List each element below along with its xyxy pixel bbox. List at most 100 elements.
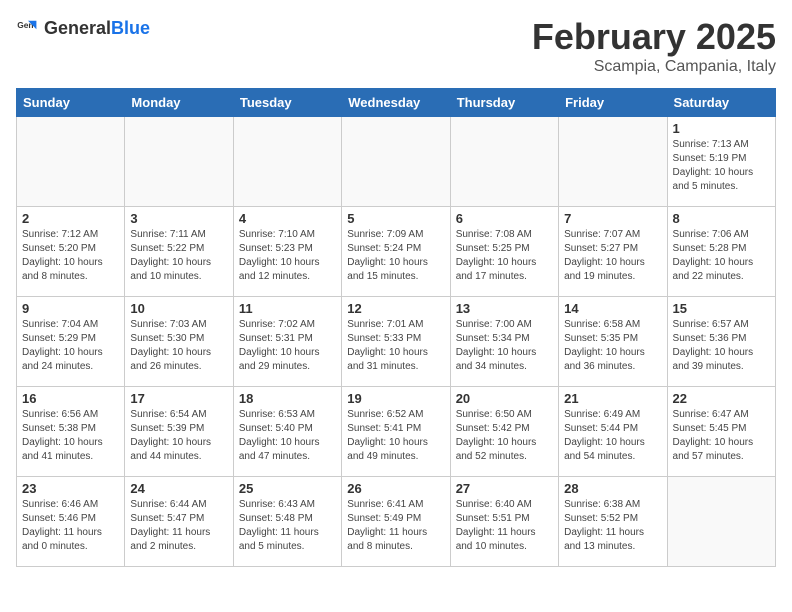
calendar-header-thursday: Thursday	[450, 89, 558, 117]
day-info: Sunrise: 6:49 AM Sunset: 5:44 PM Dayligh…	[564, 408, 661, 464]
day-info: Sunrise: 6:47 AM Sunset: 5:45 PM Dayligh…	[673, 408, 770, 464]
day-number: 3	[130, 211, 227, 226]
calendar-cell: 8 Sunrise: 7:06 AM Sunset: 5:28 PM Daylig…	[667, 207, 775, 297]
day-number: 27	[456, 481, 553, 496]
calendar-cell: 25 Sunrise: 6:43 AM Sunset: 5:48 PM Dayli…	[233, 477, 341, 567]
calendar-cell: 7Sunrise: 7:07 AM Sunset: 5:27 PM Daylig…	[559, 207, 667, 297]
calendar-cell	[667, 477, 775, 567]
day-info: Sunrise: 7:11 AM Sunset: 5:22 PM Dayligh…	[130, 228, 227, 284]
calendar-cell: 11Sunrise: 7:02 AM Sunset: 5:31 PM Dayli…	[233, 297, 341, 387]
calendar-cell: 14 Sunrise: 6:58 AM Sunset: 5:35 PM Dayli…	[559, 297, 667, 387]
day-info: Sunrise: 7:09 AM Sunset: 5:24 PM Dayligh…	[347, 228, 444, 284]
day-number: 17	[130, 391, 227, 406]
day-number: 2	[22, 211, 119, 226]
calendar-cell	[559, 117, 667, 207]
calendar-cell: 3 Sunrise: 7:11 AM Sunset: 5:22 PM Daylig…	[125, 207, 233, 297]
calendar-cell: 28 Sunrise: 6:38 AM Sunset: 5:52 PM Dayli…	[559, 477, 667, 567]
calendar-header-tuesday: Tuesday	[233, 89, 341, 117]
day-info: Sunrise: 6:54 AM Sunset: 5:39 PM Dayligh…	[130, 408, 227, 464]
day-number: 12	[347, 301, 444, 316]
logo: Gen GeneralBlue	[16, 16, 150, 40]
day-number: 14	[564, 301, 661, 316]
calendar-header-wednesday: Wednesday	[342, 89, 450, 117]
day-info: Sunrise: 7:10 AM Sunset: 5:23 PM Dayligh…	[239, 228, 336, 284]
header: Gen GeneralBlue February 2025 Scampia, C…	[16, 16, 776, 76]
day-info: Sunrise: 7:07 AM Sunset: 5:27 PM Dayligh…	[564, 228, 661, 284]
day-info: Sunrise: 7:01 AM Sunset: 5:33 PM Dayligh…	[347, 318, 444, 374]
location-title: Scampia, Campania, Italy	[532, 58, 776, 76]
month-title: February 2025	[532, 16, 776, 58]
calendar-cell: 27 Sunrise: 6:40 AM Sunset: 5:51 PM Dayli…	[450, 477, 558, 567]
day-number: 15	[673, 301, 770, 316]
day-info: Sunrise: 6:58 AM Sunset: 5:35 PM Dayligh…	[564, 318, 661, 374]
day-info: Sunrise: 6:41 AM Sunset: 5:49 PM Dayligh…	[347, 498, 444, 554]
day-info: Sunrise: 6:46 AM Sunset: 5:46 PM Dayligh…	[22, 498, 119, 554]
calendar-header-sunday: Sunday	[17, 89, 125, 117]
day-info: Sunrise: 6:38 AM Sunset: 5:52 PM Dayligh…	[564, 498, 661, 554]
calendar-cell: 12 Sunrise: 7:01 AM Sunset: 5:33 PM Dayli…	[342, 297, 450, 387]
day-info: Sunrise: 6:53 AM Sunset: 5:40 PM Dayligh…	[239, 408, 336, 464]
day-number: 23	[22, 481, 119, 496]
calendar-cell	[450, 117, 558, 207]
day-number: 24	[130, 481, 227, 496]
calendar-cell: 16 Sunrise: 6:56 AM Sunset: 5:38 PM Dayli…	[17, 387, 125, 477]
day-number: 10	[130, 301, 227, 316]
day-info: Sunrise: 6:43 AM Sunset: 5:48 PM Dayligh…	[239, 498, 336, 554]
title-area: February 2025 Scampia, Campania, Italy	[532, 16, 776, 76]
logo-general: General	[44, 18, 111, 38]
calendar-cell: 15 Sunrise: 6:57 AM Sunset: 5:36 PM Dayli…	[667, 297, 775, 387]
day-info: Sunrise: 7:03 AM Sunset: 5:30 PM Dayligh…	[130, 318, 227, 374]
calendar-cell	[17, 117, 125, 207]
calendar-cell: 22Sunrise: 6:47 AM Sunset: 5:45 PM Dayli…	[667, 387, 775, 477]
calendar-cell: 4 Sunrise: 7:10 AM Sunset: 5:23 PM Daylig…	[233, 207, 341, 297]
calendar-week-row: 16 Sunrise: 6:56 AM Sunset: 5:38 PM Dayli…	[17, 387, 776, 477]
day-info: Sunrise: 7:13 AM Sunset: 5:19 PM Dayligh…	[673, 138, 770, 194]
day-info: Sunrise: 7:00 AM Sunset: 5:34 PM Dayligh…	[456, 318, 553, 374]
day-info: Sunrise: 6:57 AM Sunset: 5:36 PM Dayligh…	[673, 318, 770, 374]
day-number: 6	[456, 211, 553, 226]
day-number: 19	[347, 391, 444, 406]
day-number: 25	[239, 481, 336, 496]
day-number: 18	[239, 391, 336, 406]
calendar-table: SundayMondayTuesdayWednesdayThursdayFrid…	[16, 88, 776, 567]
day-number: 28	[564, 481, 661, 496]
day-number: 21	[564, 391, 661, 406]
day-number: 26	[347, 481, 444, 496]
day-info: Sunrise: 6:52 AM Sunset: 5:41 PM Dayligh…	[347, 408, 444, 464]
calendar-cell: 18 Sunrise: 6:53 AM Sunset: 5:40 PM Dayli…	[233, 387, 341, 477]
logo-blue: Blue	[111, 18, 150, 38]
logo-icon: Gen	[16, 16, 40, 40]
calendar-week-row: 9Sunrise: 7:04 AM Sunset: 5:29 PM Daylig…	[17, 297, 776, 387]
day-info: Sunrise: 6:56 AM Sunset: 5:38 PM Dayligh…	[22, 408, 119, 464]
calendar-cell	[342, 117, 450, 207]
day-info: Sunrise: 6:50 AM Sunset: 5:42 PM Dayligh…	[456, 408, 553, 464]
day-number: 1	[673, 121, 770, 136]
calendar-cell: 5 Sunrise: 7:09 AM Sunset: 5:24 PM Daylig…	[342, 207, 450, 297]
day-info: Sunrise: 6:44 AM Sunset: 5:47 PM Dayligh…	[130, 498, 227, 554]
day-number: 4	[239, 211, 336, 226]
day-info: Sunrise: 7:02 AM Sunset: 5:31 PM Dayligh…	[239, 318, 336, 374]
day-info: Sunrise: 7:04 AM Sunset: 5:29 PM Dayligh…	[22, 318, 119, 374]
day-number: 20	[456, 391, 553, 406]
day-number: 5	[347, 211, 444, 226]
calendar-week-row: 2 Sunrise: 7:12 AM Sunset: 5:20 PM Daylig…	[17, 207, 776, 297]
calendar-week-row: 23 Sunrise: 6:46 AM Sunset: 5:46 PM Dayli…	[17, 477, 776, 567]
calendar-cell	[233, 117, 341, 207]
day-number: 13	[456, 301, 553, 316]
calendar-cell: 13 Sunrise: 7:00 AM Sunset: 5:34 PM Dayli…	[450, 297, 558, 387]
calendar-cell: 17 Sunrise: 6:54 AM Sunset: 5:39 PM Dayli…	[125, 387, 233, 477]
day-number: 16	[22, 391, 119, 406]
calendar-cell: 9Sunrise: 7:04 AM Sunset: 5:29 PM Daylig…	[17, 297, 125, 387]
calendar-header-row: SundayMondayTuesdayWednesdayThursdayFrid…	[17, 89, 776, 117]
day-info: Sunrise: 7:12 AM Sunset: 5:20 PM Dayligh…	[22, 228, 119, 284]
calendar-cell: 10 Sunrise: 7:03 AM Sunset: 5:30 PM Dayli…	[125, 297, 233, 387]
day-number: 8	[673, 211, 770, 226]
calendar-cell: 23 Sunrise: 6:46 AM Sunset: 5:46 PM Dayli…	[17, 477, 125, 567]
calendar-cell: 6Sunrise: 7:08 AM Sunset: 5:25 PM Daylig…	[450, 207, 558, 297]
day-info: Sunrise: 6:40 AM Sunset: 5:51 PM Dayligh…	[456, 498, 553, 554]
calendar-cell: 24 Sunrise: 6:44 AM Sunset: 5:47 PM Dayli…	[125, 477, 233, 567]
calendar-cell: 2 Sunrise: 7:12 AM Sunset: 5:20 PM Daylig…	[17, 207, 125, 297]
calendar-cell: 26 Sunrise: 6:41 AM Sunset: 5:49 PM Dayli…	[342, 477, 450, 567]
day-info: Sunrise: 7:06 AM Sunset: 5:28 PM Dayligh…	[673, 228, 770, 284]
calendar-cell: 21 Sunrise: 6:49 AM Sunset: 5:44 PM Dayli…	[559, 387, 667, 477]
